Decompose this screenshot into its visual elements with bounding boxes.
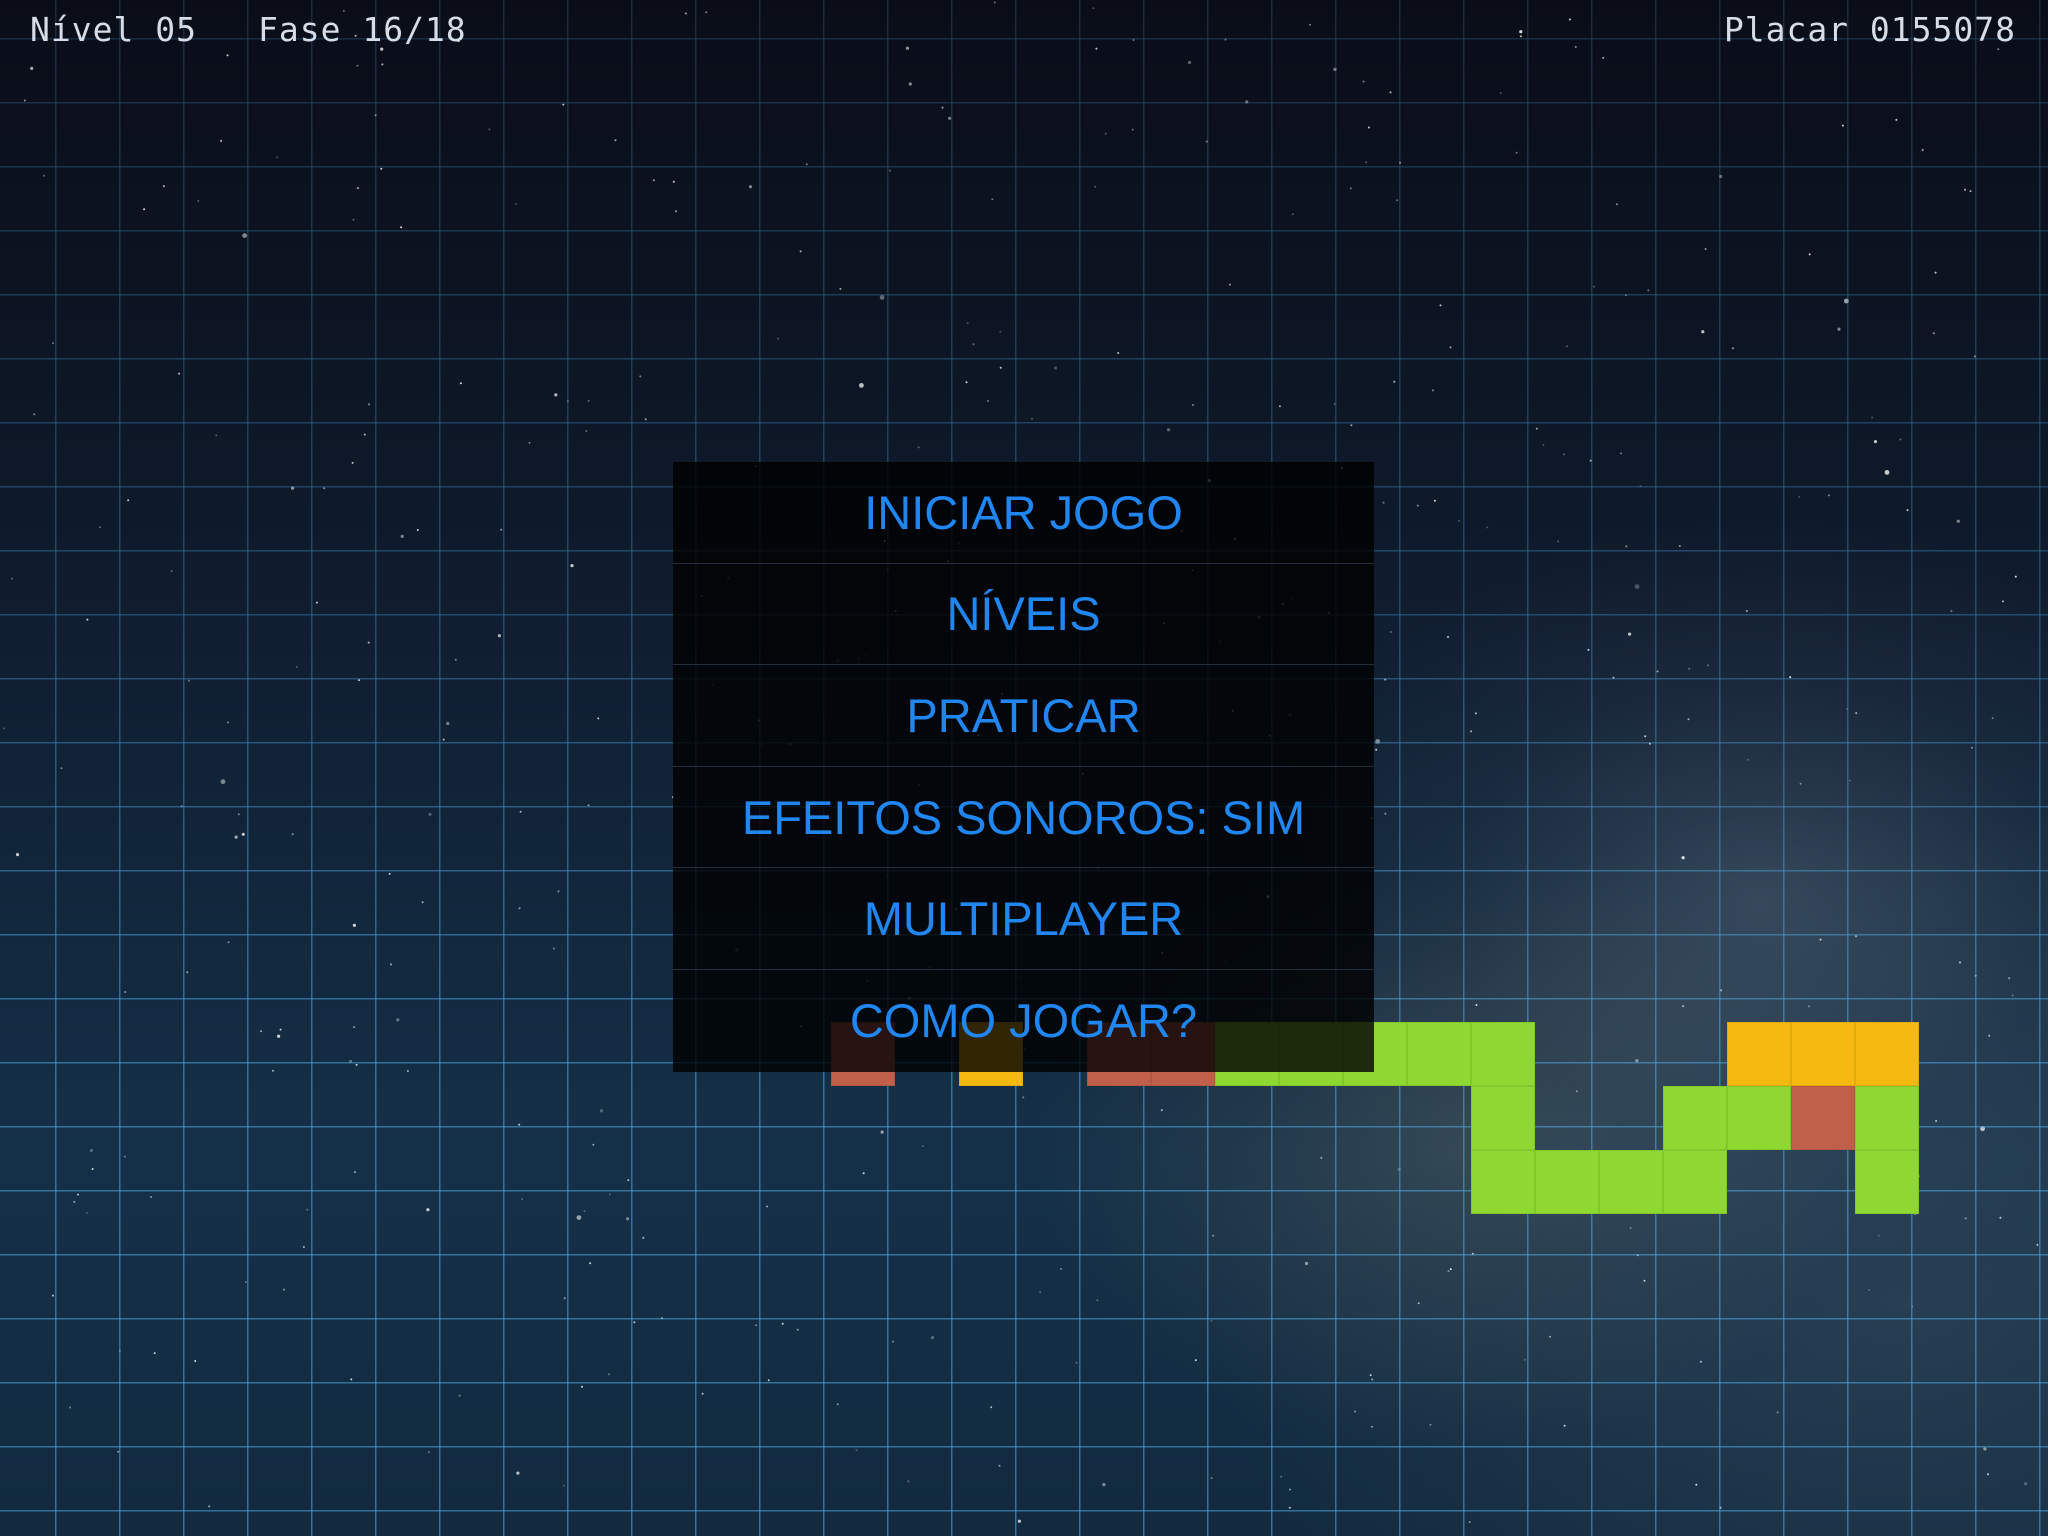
block-cell-yellow bbox=[1855, 1022, 1919, 1086]
block-cell-green bbox=[1663, 1150, 1727, 1214]
menu-item-start-game[interactable]: INICIAR JOGO bbox=[673, 462, 1374, 564]
menu-item-label: NÍVEIS bbox=[946, 587, 1101, 641]
block-cell-green bbox=[1407, 1022, 1471, 1086]
block-cell-green bbox=[1599, 1150, 1663, 1214]
block-cell-green bbox=[1663, 1086, 1727, 1150]
block-cell-green bbox=[1727, 1086, 1791, 1150]
menu-item-levels[interactable]: NÍVEIS bbox=[673, 564, 1374, 666]
block-cell-green bbox=[1855, 1086, 1919, 1150]
menu-item-label: INICIAR JOGO bbox=[864, 485, 1183, 539]
phase-indicator: Fase 16/18 bbox=[258, 10, 467, 49]
block-cell-green bbox=[1471, 1150, 1535, 1214]
menu-item-sound-effects-toggle[interactable]: EFEITOS SONOROS: SIM bbox=[673, 767, 1374, 869]
score-indicator: Placar 0155078 bbox=[1723, 10, 2016, 49]
block-cell-yellow bbox=[1791, 1022, 1855, 1086]
main-menu: INICIAR JOGO NÍVEIS PRATICAR EFEITOS SON… bbox=[673, 462, 1374, 1072]
block-cell-green bbox=[1471, 1022, 1535, 1086]
menu-item-practice[interactable]: PRATICAR bbox=[673, 665, 1374, 767]
menu-item-label: PRATICAR bbox=[906, 688, 1141, 742]
menu-item-how-to-play[interactable]: COMO JOGAR? bbox=[673, 970, 1374, 1072]
menu-item-label: EFEITOS SONOROS: SIM bbox=[741, 790, 1306, 844]
menu-item-multiplayer[interactable]: MULTIPLAYER bbox=[673, 868, 1374, 970]
menu-item-label: COMO JOGAR? bbox=[849, 994, 1198, 1048]
menu-item-label: MULTIPLAYER bbox=[863, 892, 1184, 946]
block-cell-green bbox=[1535, 1150, 1599, 1214]
block-cell-red bbox=[1791, 1086, 1855, 1150]
level-indicator: Nível 05 bbox=[30, 10, 197, 49]
game-screen: Nível 05 Fase 16/18 Placar 0155078 INICI… bbox=[0, 0, 2048, 1536]
block-cell-green bbox=[1471, 1086, 1535, 1150]
block-cell-green bbox=[1855, 1150, 1919, 1214]
block-cell-yellow bbox=[1727, 1022, 1791, 1086]
